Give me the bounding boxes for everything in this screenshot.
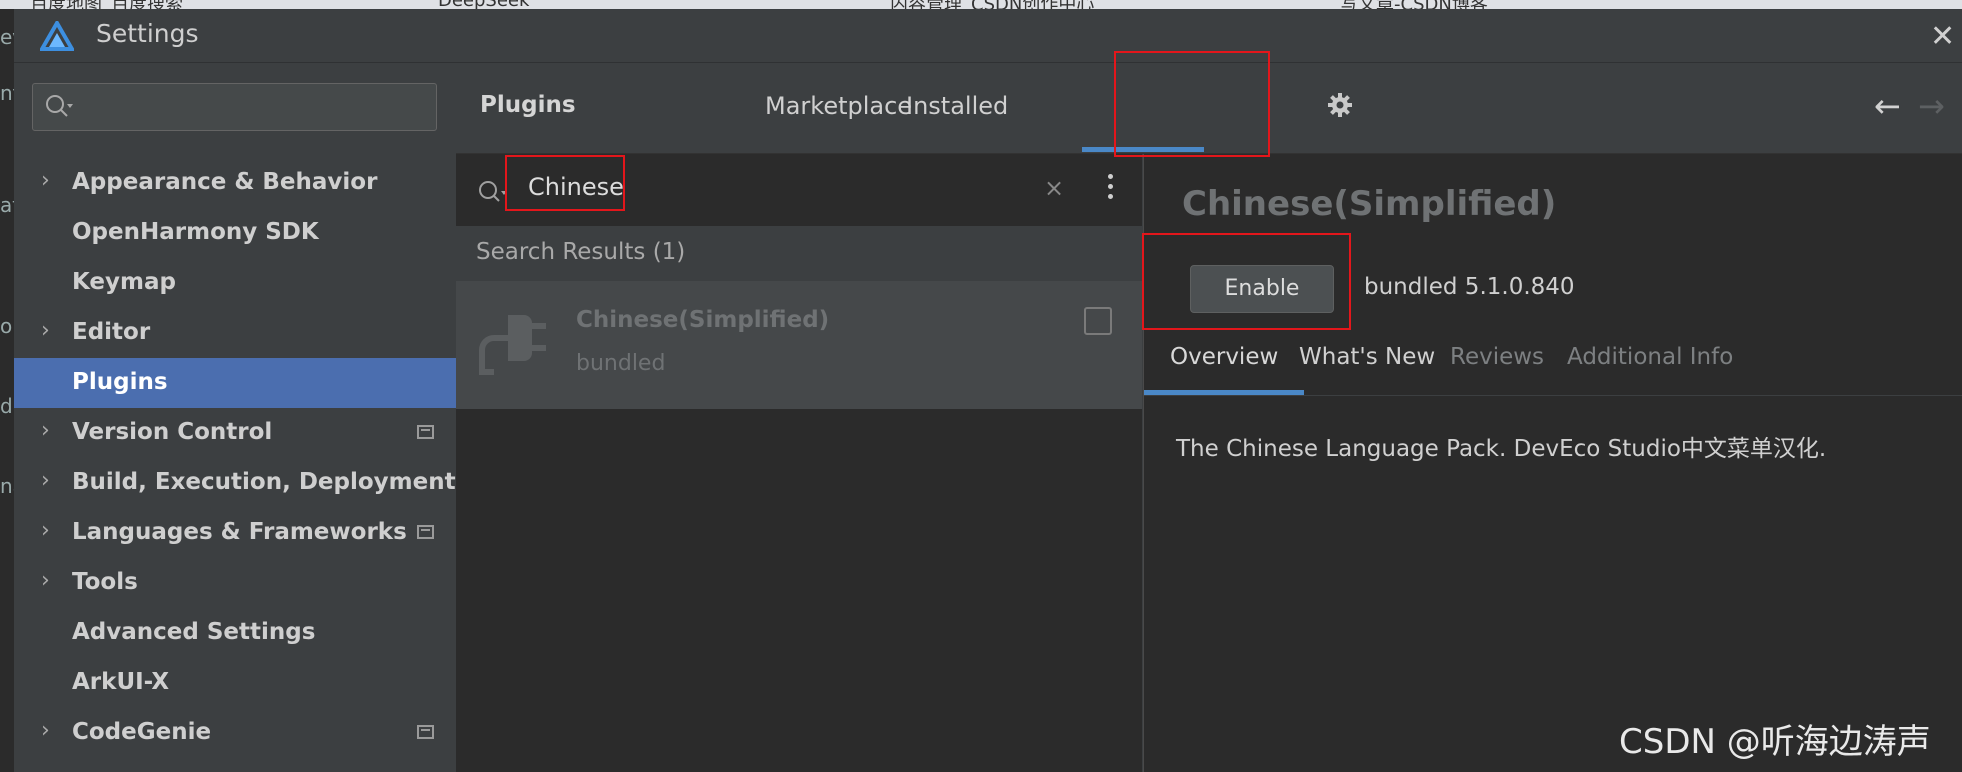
annotation-box-search [505, 155, 625, 211]
project-level-settings-icon [417, 525, 434, 539]
chevron-right-icon[interactable]: › [41, 518, 50, 543]
annotation-box-enable [1142, 233, 1351, 330]
background-text-fragment: na [0, 474, 14, 498]
chevron-right-icon[interactable]: › [41, 468, 50, 493]
sidebar-item-version-control[interactable]: › Version Control [14, 408, 456, 458]
background-text-fragment: ev [0, 25, 14, 49]
chevron-right-icon[interactable]: › [41, 718, 50, 743]
search-results-header: Search Results (1) [456, 227, 1142, 281]
plugin-version: bundled 5.1.0.840 [1364, 274, 1575, 300]
plugin-list-panel: Chinese × Search Results (1) Chinese(Sim… [456, 154, 1142, 772]
close-icon[interactable]: ✕ [1930, 19, 1955, 54]
background-window-edge: ev nt at op d na [0, 9, 14, 772]
plugin-name: Chinese(Simplified) [576, 307, 830, 333]
tab-additional-info[interactable]: Additional Info [1567, 344, 1733, 370]
sidebar-item-label: Keymap [72, 269, 176, 295]
clear-search-icon[interactable]: × [1044, 174, 1064, 202]
background-text-fragment: at [0, 193, 14, 217]
browser-tab-strip: 百度地图_百度搜索 DeepSeek 内容管理_CSDN创作中心 写文章-CSD… [0, 0, 1962, 9]
more-options-icon[interactable] [1108, 174, 1114, 202]
background-text-fragment: d [0, 394, 13, 418]
sidebar-item-label: Version Control [72, 419, 273, 445]
window-title: Settings [96, 19, 199, 48]
sidebar-item-label: Plugins [72, 369, 168, 395]
app-logo-icon [40, 21, 74, 51]
browser-tab[interactable]: DeepSeek [438, 0, 529, 9]
sidebar-search-input[interactable] [32, 83, 437, 131]
plugin-enable-checkbox[interactable] [1084, 307, 1112, 335]
browser-tab[interactable]: 百度地图_百度搜索 [30, 0, 183, 9]
chevron-right-icon[interactable]: › [41, 418, 50, 443]
sidebar-item-plugins[interactable]: Plugins [14, 358, 456, 408]
list-item[interactable]: Chinese(Simplified) bundled [456, 281, 1142, 409]
annotation-box-installed-tab [1114, 51, 1270, 157]
sidebar-item-editor[interactable]: › Editor [14, 308, 456, 358]
project-level-settings-icon [417, 725, 434, 739]
project-level-settings-icon [417, 425, 434, 439]
sidebar-item-openharmony-sdk[interactable]: OpenHarmony SDK [14, 208, 456, 258]
sidebar-item-label: Advanced Settings [72, 619, 316, 645]
page-title: Plugins [480, 92, 576, 118]
sidebar-item-label: Editor [72, 319, 151, 345]
browser-tab[interactable]: 内容管理_CSDN创作中心 [890, 0, 1094, 9]
background-text-fragment: op [0, 314, 14, 338]
plugin-description: The Chinese Language Pack. DevEco Studio… [1176, 436, 1827, 462]
settings-dialog: Settings ✕ › Appearance & Behavior OpenHar… [14, 9, 1962, 772]
gear-icon[interactable] [1328, 93, 1352, 117]
chevron-right-icon[interactable]: › [41, 568, 50, 593]
title-bar: Settings ✕ [14, 9, 1962, 63]
sidebar-item-label: Languages & Frameworks [72, 519, 407, 545]
tab-whats-new[interactable]: What's New [1299, 344, 1435, 370]
results-count: Search Results (1) [476, 239, 686, 265]
arrow-left-icon[interactable]: ← [1874, 87, 1901, 125]
sidebar-item-label: Tools [72, 569, 138, 595]
plugin-detail-title: Chinese(Simplified) [1182, 184, 1557, 224]
sidebar-item-label: Build, Execution, Deployment [72, 469, 456, 495]
sidebar-item-codegenie[interactable]: › CodeGenie [14, 708, 456, 758]
sidebar-item-tools[interactable]: › Tools [14, 558, 456, 608]
sidebar-item-advanced-settings[interactable]: Advanced Settings [14, 608, 456, 658]
search-icon [46, 95, 73, 117]
sidebar-item-keymap[interactable]: Keymap [14, 258, 456, 308]
sidebar-item-label: CodeGenie [72, 719, 212, 745]
settings-sidebar: › Appearance & Behavior OpenHarmony SDK Key… [14, 63, 456, 772]
tab-marketplace[interactable]: Marketplace [765, 92, 912, 120]
sidebar-item-appearance-behavior[interactable]: › Appearance & Behavior [14, 158, 456, 208]
sidebar-item-arkui-x[interactable]: ArkUI-X [14, 658, 456, 708]
chevron-right-icon[interactable]: › [41, 318, 50, 343]
plugin-icon [479, 315, 546, 375]
tab-reviews[interactable]: Reviews [1450, 344, 1544, 370]
sidebar-item-label: ArkUI-X [72, 669, 170, 695]
watermark: CSDN @听海边涛声 [1619, 722, 1931, 762]
sidebar-item-label: Appearance & Behavior [72, 169, 378, 195]
browser-tab[interactable]: 写文章-CSDN博客 [1340, 0, 1488, 9]
sidebar-item-build-execution-deployment[interactable]: › Build, Execution, Deployment [14, 458, 456, 508]
sidebar-item-languages-frameworks[interactable]: › Languages & Frameworks [14, 508, 456, 558]
chevron-right-icon[interactable]: › [41, 168, 50, 193]
plugin-subtitle: bundled [576, 351, 666, 376]
tab-installed[interactable]: Installed [906, 92, 1008, 120]
tab-overview[interactable]: Overview [1170, 344, 1278, 370]
sidebar-item-label: OpenHarmony SDK [72, 219, 319, 245]
background-text-fragment: nt [0, 81, 14, 105]
divider [1144, 395, 1962, 396]
arrow-right-icon[interactable]: → [1918, 87, 1945, 125]
